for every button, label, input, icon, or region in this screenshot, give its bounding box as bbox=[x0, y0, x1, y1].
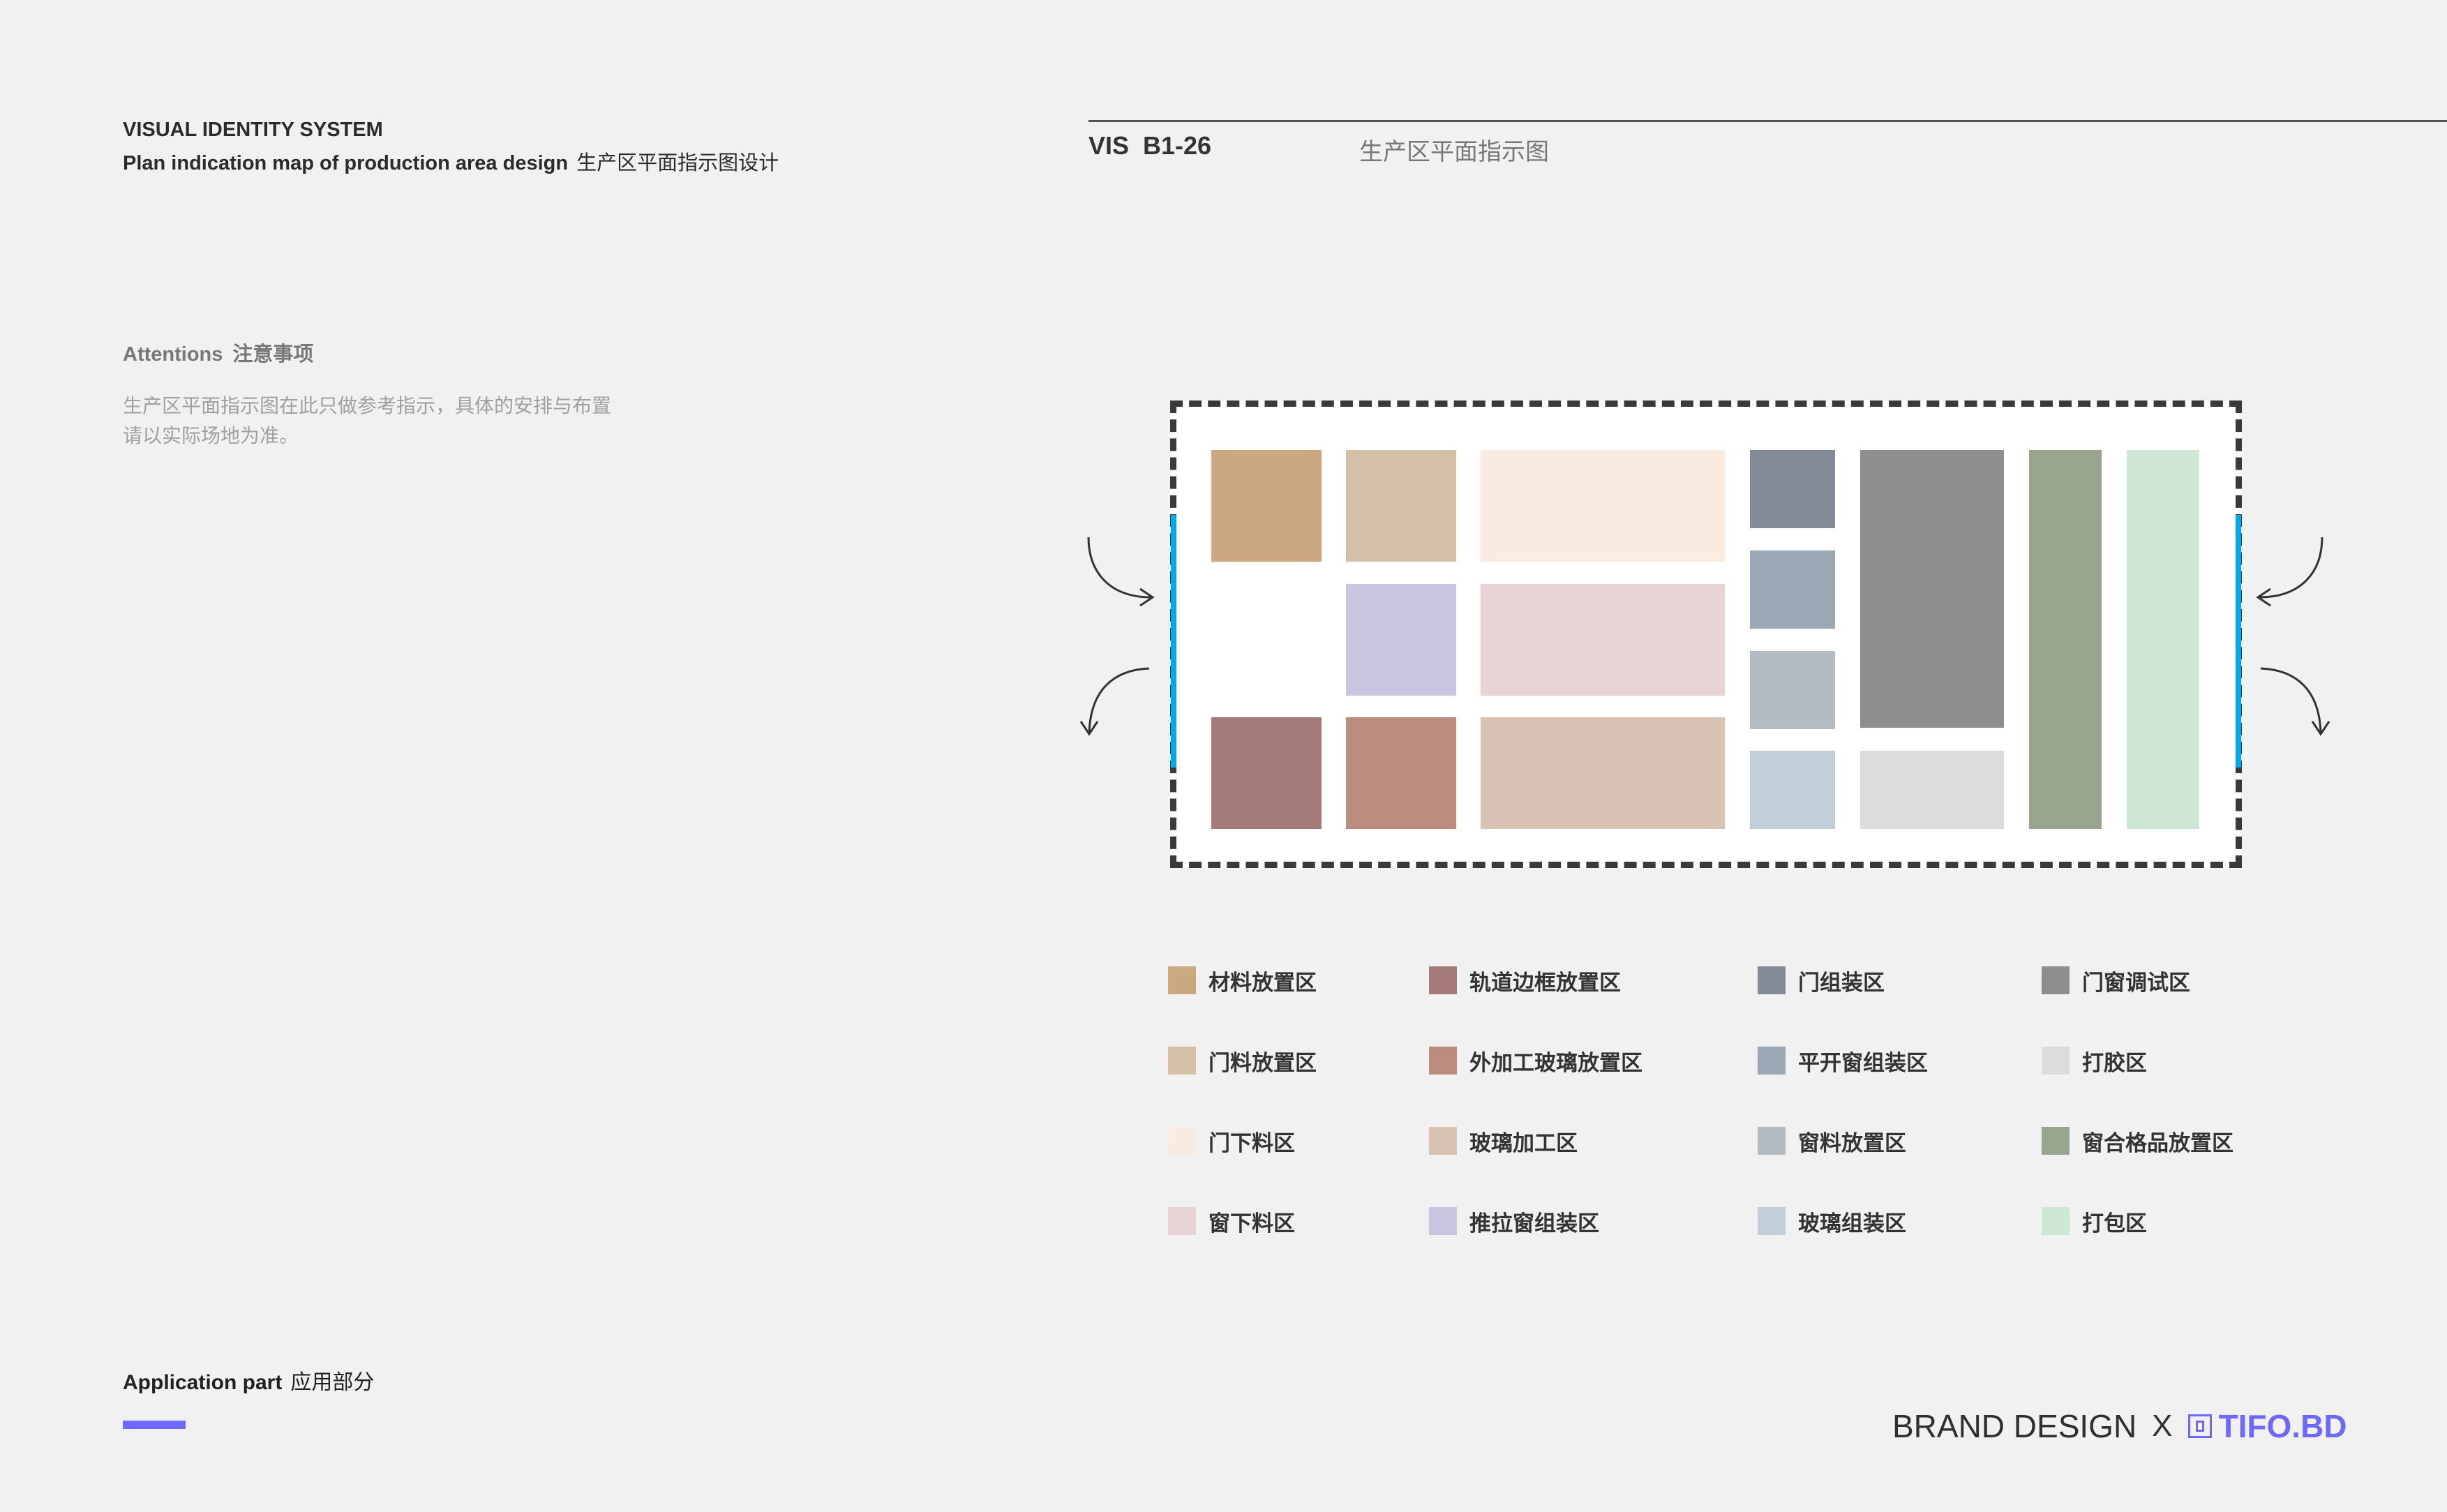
legend-item: 玻璃组装区 bbox=[1758, 1206, 1906, 1236]
legend-item: 材料放置区 bbox=[1168, 966, 1317, 995]
legend-swatch bbox=[1168, 966, 1196, 994]
section-label-cn: 应用部分 bbox=[290, 1371, 375, 1394]
legend-item: 外加工玻璃放置区 bbox=[1429, 1046, 1642, 1075]
legend-swatch bbox=[2042, 966, 2070, 994]
entry-arrow-right-icon bbox=[2256, 537, 2323, 607]
legend-item: 窗合格品放置区 bbox=[2042, 1126, 2233, 1155]
eyebrow-title: VISUAL IDENTITY SYSTEM bbox=[123, 119, 383, 141]
legend-item: 平开窗组装区 bbox=[1758, 1046, 1928, 1075]
subtitle-cn: 生产区平面指示图设计 bbox=[576, 152, 779, 174]
legend-swatch bbox=[1758, 1207, 1786, 1235]
legend-swatch bbox=[1168, 1047, 1196, 1075]
legend-label: 窗下料区 bbox=[1208, 1211, 1295, 1236]
exit-arrow-right-icon bbox=[2260, 667, 2330, 736]
legend-item: 打胶区 bbox=[2042, 1046, 2147, 1075]
attentions-title-en: Attentions bbox=[123, 343, 223, 366]
zone-door-material-storage bbox=[1346, 450, 1456, 562]
left-door-marker bbox=[1171, 515, 1176, 768]
page-subtitle: Plan indication map of production area d… bbox=[123, 147, 779, 176]
legend-item: 窗料放置区 bbox=[1758, 1126, 1906, 1155]
legend-label: 打胶区 bbox=[2082, 1050, 2147, 1075]
legend-item: 门下料区 bbox=[1168, 1126, 1295, 1155]
page-code: VIS B1-26 bbox=[1088, 131, 1212, 160]
legend-label: 推拉窗组装区 bbox=[1469, 1211, 1599, 1236]
brand-x: X bbox=[2152, 1409, 2173, 1443]
legend-swatch bbox=[1429, 1207, 1457, 1235]
legend-item: 门料放置区 bbox=[1168, 1046, 1317, 1075]
brand-text: BRAND DESIGN bbox=[1892, 1408, 2137, 1444]
legend-label: 材料放置区 bbox=[1208, 970, 1317, 995]
page-title: 生产区平面指示图 bbox=[1359, 139, 1549, 165]
zone-door-assembly bbox=[1750, 450, 1835, 528]
legend-item: 玻璃加工区 bbox=[1429, 1126, 1578, 1155]
legend-swatch bbox=[1758, 966, 1786, 994]
legend-label: 平开窗组装区 bbox=[1798, 1050, 1928, 1075]
section-label: Application part 应用部分 bbox=[123, 1365, 374, 1395]
legend-swatch bbox=[1758, 1127, 1786, 1155]
floor-plan bbox=[1170, 401, 2242, 868]
legend-label: 玻璃组装区 bbox=[1798, 1211, 1906, 1236]
zone-outsourced-glass-storage bbox=[1346, 717, 1456, 829]
legend-item: 推拉窗组装区 bbox=[1429, 1206, 1599, 1236]
attentions-body: 生产区平面指示图在此只做参考指示，具体的安排与布置请以实际场地为准。 bbox=[123, 395, 612, 447]
zone-glass-assembly bbox=[1750, 751, 1835, 829]
legend-label: 窗合格品放置区 bbox=[2082, 1130, 2233, 1155]
accent-bar bbox=[123, 1421, 186, 1429]
legend-swatch bbox=[1429, 966, 1457, 994]
section-label-en: Application part bbox=[123, 1371, 283, 1394]
legend-item: 打包区 bbox=[2042, 1206, 2147, 1236]
legend-label: 门组装区 bbox=[1798, 970, 1885, 995]
legend-swatch bbox=[1168, 1207, 1196, 1235]
zone-gluing bbox=[1860, 751, 2004, 829]
subtitle-en: Plan indication map of production area d… bbox=[123, 152, 569, 174]
legend-item: 门窗调试区 bbox=[2042, 966, 2190, 995]
right-door-marker bbox=[2236, 515, 2241, 768]
zone-window-cutting bbox=[1481, 584, 1725, 696]
legend-label: 轨道边框放置区 bbox=[1469, 970, 1621, 995]
legend-label: 外加工玻璃放置区 bbox=[1469, 1050, 1642, 1075]
brand-logo-text: TIFO.BD bbox=[2218, 1408, 2347, 1444]
legend-item: 窗下料区 bbox=[1168, 1206, 1295, 1236]
legend-label: 门料放置区 bbox=[1208, 1050, 1317, 1075]
legend-swatch bbox=[1429, 1047, 1457, 1075]
legend-swatch bbox=[1168, 1127, 1196, 1155]
zone-material-storage bbox=[1211, 450, 1322, 562]
zone-rail-frame-storage bbox=[1211, 717, 1322, 829]
brand-signature: BRAND DESIGN X TIFO.BD bbox=[1892, 1404, 2347, 1449]
zone-window-material-storage bbox=[1750, 651, 1835, 729]
zone-packing bbox=[2127, 450, 2199, 829]
entry-arrow-left-icon bbox=[1087, 537, 1155, 607]
legend-label: 窗料放置区 bbox=[1798, 1130, 1906, 1155]
legend-item: 门组装区 bbox=[1758, 966, 1885, 995]
zone-door-window-debug bbox=[1860, 450, 2004, 728]
zone-sliding-window-assembly bbox=[1346, 584, 1456, 696]
zone-window-grille-storage bbox=[2029, 450, 2102, 829]
legend-label: 打包区 bbox=[2082, 1211, 2147, 1236]
legend-swatch bbox=[2042, 1127, 2070, 1155]
legend-swatch bbox=[1758, 1047, 1786, 1075]
tifo-logo-icon bbox=[2187, 1414, 2212, 1438]
exit-arrow-left-icon bbox=[1079, 667, 1150, 736]
legend-swatch bbox=[1429, 1127, 1457, 1155]
legend-swatch bbox=[2042, 1207, 2070, 1235]
legend-label: 门下料区 bbox=[1208, 1130, 1295, 1155]
legend-swatch bbox=[2042, 1047, 2070, 1075]
zone-door-cutting bbox=[1481, 450, 1725, 562]
zone-casement-window-assembly bbox=[1750, 551, 1835, 629]
legend-item: 轨道边框放置区 bbox=[1429, 966, 1621, 995]
attentions-title-cn: 注意事项 bbox=[232, 343, 314, 366]
attentions-title: Attentions 注意事项 bbox=[123, 338, 313, 367]
legend-label: 门窗调试区 bbox=[2082, 970, 2190, 995]
zone-glass-processing bbox=[1481, 717, 1725, 829]
legend-label: 玻璃加工区 bbox=[1469, 1130, 1578, 1155]
top-divider bbox=[1088, 120, 2447, 122]
legend: 材料放置区门料放置区门下料区窗下料区 轨道边框放置区 外加工玻璃放置区 玻璃加工区推拉… bbox=[1168, 966, 2284, 1245]
